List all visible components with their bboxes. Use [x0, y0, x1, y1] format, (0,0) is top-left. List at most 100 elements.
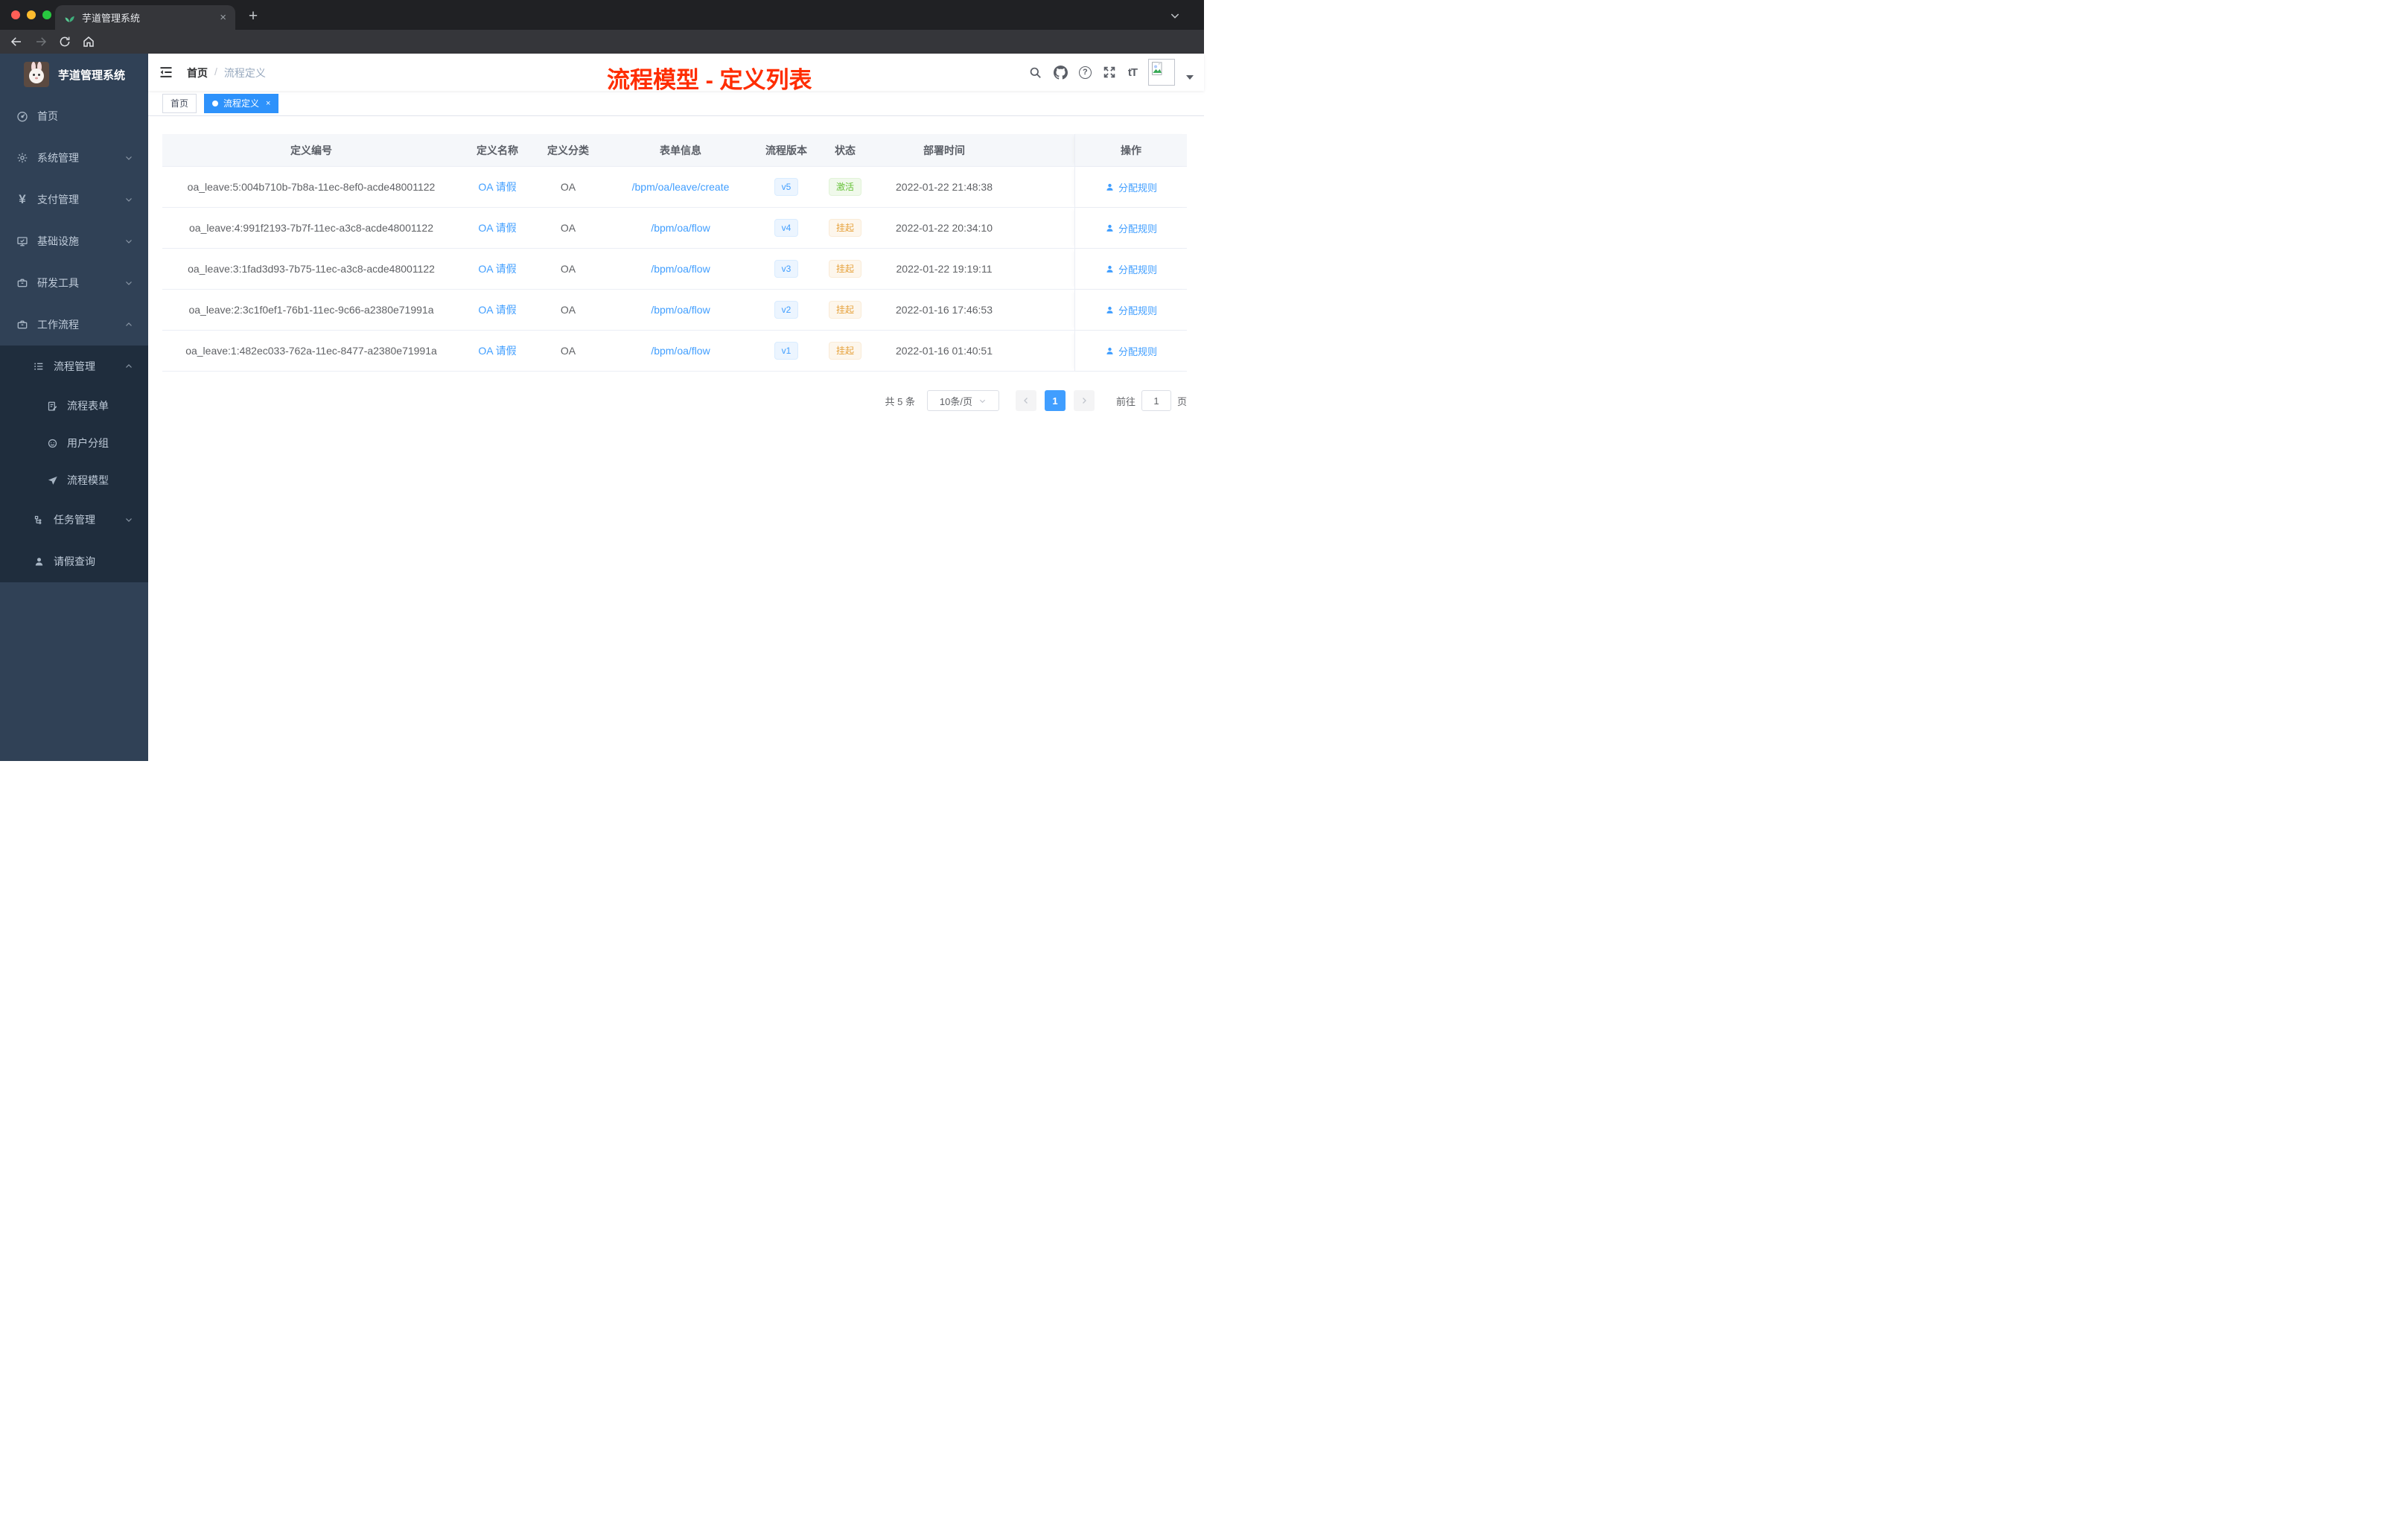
- sidebar-toggle-icon[interactable]: [159, 65, 173, 80]
- new-tab-button[interactable]: +: [243, 7, 263, 25]
- tab-search-chevron-icon[interactable]: [1169, 10, 1181, 22]
- version-tag: v5: [774, 178, 799, 196]
- close-window-button[interactable]: [11, 10, 20, 19]
- tag-process-definition[interactable]: 流程定义 ×: [204, 93, 279, 113]
- paper-plane-icon: [46, 475, 58, 486]
- back-icon[interactable]: [10, 35, 23, 48]
- chevron-down-icon: [124, 195, 133, 204]
- github-icon[interactable]: [1053, 65, 1068, 80]
- sidebar-item-system[interactable]: 系统管理: [0, 137, 148, 179]
- chevron-down-icon: [124, 515, 133, 524]
- user-avatar[interactable]: [1148, 59, 1175, 86]
- cell-deploy-time: 2022-01-16 01:40:51: [896, 345, 993, 357]
- search-icon[interactable]: [1028, 66, 1042, 80]
- cell-deploy-time: 2022-01-22 19:19:11: [896, 263, 993, 275]
- person-icon: [1106, 306, 1113, 313]
- minimize-window-button[interactable]: [27, 10, 36, 19]
- sidebar-item-leave-query[interactable]: 请假查询: [0, 541, 148, 582]
- sidebar: 芋道管理系统 首页 系统管理 ¥ 支付管理 基础设施 研发工具 工作流程 流程管…: [0, 54, 148, 761]
- assign-rule-button[interactable]: 分配规则: [1105, 180, 1157, 194]
- logo-title: 芋道管理系统: [58, 69, 126, 82]
- chevron-up-icon: [124, 362, 133, 371]
- cell-category: OA: [560, 263, 576, 275]
- definition-table: 定义编号 定义名称 定义分类 表单信息 流程版本 状态 部署时间 操作 oa_l…: [162, 134, 1187, 372]
- version-tag: v4: [774, 219, 799, 237]
- definition-name-link[interactable]: OA 请假: [478, 220, 516, 235]
- version-tag: v1: [774, 342, 799, 360]
- cell-definition-id: oa_leave:4:991f2193-7b7f-11ec-a3c8-acde4…: [189, 222, 433, 234]
- status-badge: 挂起: [828, 260, 861, 278]
- col-header-form: 表单信息: [660, 144, 701, 156]
- cell-deploy-time: 2022-01-22 21:48:38: [896, 181, 993, 193]
- form-link[interactable]: /bpm/oa/flow: [651, 263, 710, 275]
- form-link[interactable]: /bpm/oa/leave/create: [632, 181, 730, 193]
- form-link[interactable]: /bpm/oa/flow: [651, 345, 710, 357]
- status-badge: 挂起: [828, 301, 861, 319]
- assign-rule-button[interactable]: 分配规则: [1105, 221, 1157, 235]
- monitor-check-icon: [16, 235, 28, 247]
- home-icon[interactable]: [82, 35, 95, 48]
- chevron-down-icon: [124, 153, 133, 162]
- pagination-total: 共 5 条: [885, 395, 915, 407]
- sidebar-item-process-form[interactable]: 流程表单: [0, 387, 148, 424]
- sidebar-item-payment[interactable]: ¥ 支付管理: [0, 179, 148, 220]
- assign-rule-button[interactable]: 分配规则: [1105, 344, 1157, 358]
- font-size-icon[interactable]: tT: [1128, 66, 1138, 79]
- annotation-title: 流程模型 - 定义列表: [607, 67, 812, 93]
- definition-name-link[interactable]: OA 请假: [478, 179, 516, 194]
- fullscreen-icon[interactable]: [1103, 66, 1117, 80]
- tree-list-icon: [33, 360, 45, 372]
- person-icon: [1106, 183, 1113, 191]
- breadcrumb-separator: /: [214, 66, 217, 77]
- sidebar-item-user-group[interactable]: 用户分组: [0, 424, 148, 462]
- definition-name-link[interactable]: OA 请假: [478, 343, 516, 358]
- forward-icon[interactable]: [34, 35, 48, 48]
- sidebar-item-dev-tools[interactable]: 研发工具: [0, 262, 148, 304]
- breadcrumb-current: 流程定义: [223, 67, 266, 79]
- browser-tab[interactable]: 芋道管理系统 ×: [55, 5, 235, 30]
- maximize-window-button[interactable]: [42, 10, 51, 19]
- tab-close-icon[interactable]: ×: [220, 12, 226, 23]
- sidebar-item-workflow[interactable]: 工作流程: [0, 304, 148, 346]
- cell-definition-id: oa_leave:5:004b710b-7b8a-11ec-8ef0-acde4…: [187, 181, 436, 193]
- sidebar-item-task-mgmt[interactable]: 任务管理: [0, 499, 148, 541]
- cell-category: OA: [560, 345, 576, 357]
- next-page-button[interactable]: [1073, 390, 1095, 411]
- workflow-submenu: 流程管理 流程表单 用户分组 流程模型 任务管理 请假查询: [0, 346, 148, 582]
- prev-page-button[interactable]: [1015, 390, 1036, 411]
- cell-category: OA: [560, 181, 576, 193]
- current-page-button[interactable]: 1: [1044, 390, 1066, 411]
- person-icon: [1106, 347, 1113, 354]
- tab-title: 芋道管理系统: [82, 13, 141, 24]
- definition-name-link[interactable]: OA 请假: [478, 302, 516, 317]
- sidebar-item-home[interactable]: 首页: [0, 95, 148, 137]
- form-link[interactable]: /bpm/oa/flow: [651, 222, 710, 234]
- goto-page-input[interactable]: [1141, 390, 1171, 411]
- cell-deploy-time: 2022-01-16 17:46:53: [896, 304, 993, 316]
- tag-close-icon[interactable]: ×: [266, 99, 270, 108]
- page-size-select[interactable]: 10条/页: [926, 390, 999, 411]
- help-icon[interactable]: ?: [1078, 66, 1092, 79]
- definition-name-link[interactable]: OA 请假: [478, 261, 516, 276]
- face-icon: [46, 438, 58, 449]
- main-area: 首页 / 流程定义 ? tT 流程模型 - 定义列表 首页 流程定义 × 定义编…: [148, 54, 1204, 761]
- breadcrumb-home[interactable]: 首页: [187, 66, 208, 80]
- assign-rule-button[interactable]: 分配规则: [1105, 303, 1157, 317]
- person-icon: [33, 556, 45, 567]
- logo-avatar: [24, 62, 49, 87]
- reload-icon[interactable]: [58, 35, 71, 48]
- version-tag: v2: [774, 301, 799, 319]
- tag-home[interactable]: 首页: [162, 93, 197, 113]
- chevron-down-icon: [979, 399, 986, 403]
- cell-definition-id: oa_leave:2:3c1f0ef1-76b1-11ec-9c66-a2380…: [188, 304, 434, 316]
- person-icon: [1106, 224, 1113, 232]
- sidebar-item-infrastructure[interactable]: 基础设施: [0, 220, 148, 262]
- form-link[interactable]: /bpm/oa/flow: [651, 304, 710, 316]
- cell-deploy-time: 2022-01-22 20:34:10: [896, 222, 993, 234]
- sidebar-item-process-mgmt[interactable]: 流程管理: [0, 346, 148, 387]
- browser-toolbar: 不安全 dashboard.yudao.iocoder.cn/bpm/manag…: [0, 30, 1204, 81]
- avatar-caret-icon[interactable]: [1186, 75, 1194, 80]
- sidebar-item-process-model[interactable]: 流程模型: [0, 462, 148, 499]
- assign-rule-button[interactable]: 分配规则: [1105, 262, 1157, 276]
- col-header-status: 状态: [835, 144, 856, 156]
